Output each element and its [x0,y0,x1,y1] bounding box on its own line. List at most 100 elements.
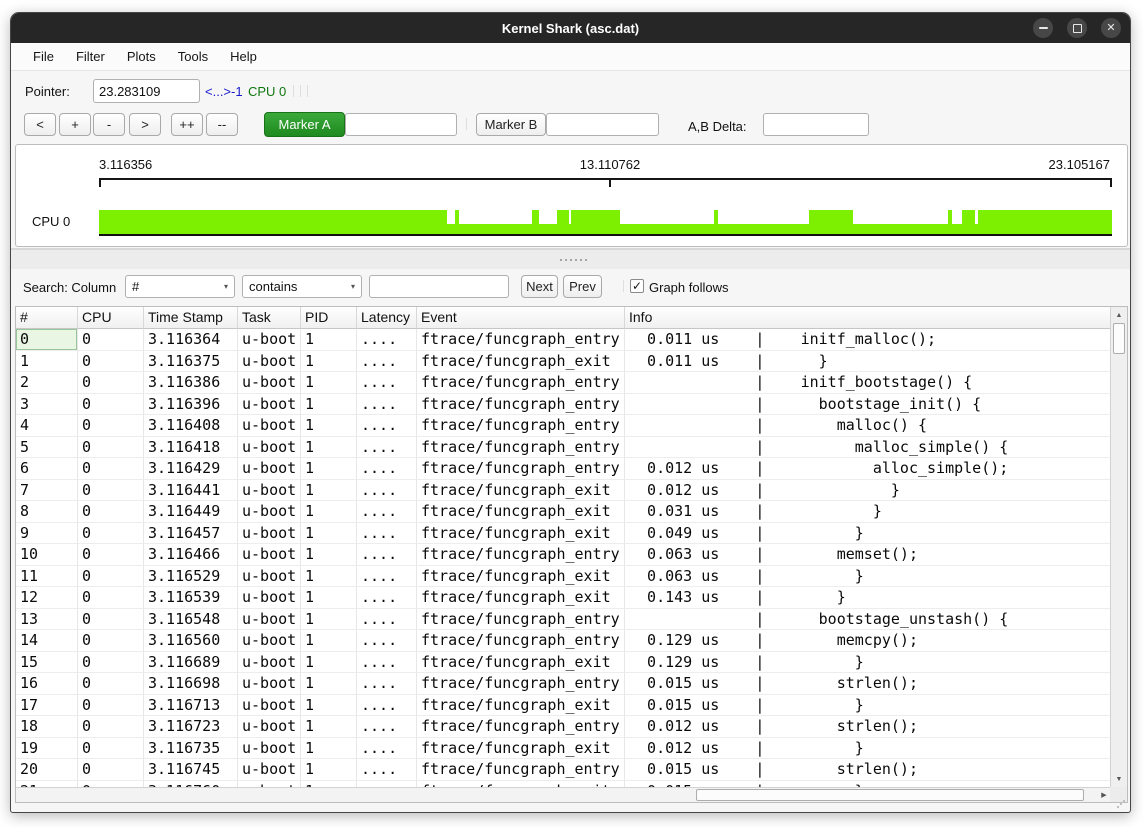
pointer-marker-link[interactable]: <...>-1 [205,84,243,99]
splitter-handle[interactable] [11,248,1130,269]
table-row[interactable]: 603.116429u-boot1....ftrace/funcgraph_en… [16,458,1112,480]
table-row[interactable]: 403.116408u-boot1....ftrace/funcgraph_en… [16,415,1112,437]
timeline-graph-panel[interactable]: 3.116356 13.110762 23.105167 CPU 0 [15,144,1128,247]
table-cell: .... [357,695,417,717]
minimize-icon [1039,27,1048,29]
minimize-button[interactable] [1033,18,1053,38]
pointer-label: Pointer: [25,84,70,99]
table-row[interactable]: 1003.116466u-boot1....ftrace/funcgraph_e… [16,544,1112,566]
table-row[interactable]: 1103.116529u-boot1....ftrace/funcgraph_e… [16,566,1112,588]
cpu0-activity-segment [978,210,1112,234]
table-cell: 0 [78,738,144,760]
table-cell: 0.015 us | strlen(); [625,759,1112,781]
header-cell-timestamp[interactable]: Time Stamp [144,307,238,329]
timeline-tick-label-start: 3.116356 [99,157,152,172]
search-match-select[interactable]: contains ▾ [242,275,362,298]
table-cell: 0 [78,372,144,394]
horizontal-scrollbar[interactable]: ▶ [16,787,1112,802]
timeline-tick-mark [99,178,101,187]
table-row[interactable]: 1703.116713u-boot1....ftrace/funcgraph_e… [16,695,1112,717]
header-cell-cpu[interactable]: CPU [78,307,144,329]
table-cell: ftrace/funcgraph_entry [417,630,625,652]
marker-b-input[interactable] [546,113,659,136]
marker-a-input[interactable] [345,113,457,136]
table-cell: 5 [16,437,78,459]
plot-baseline [99,234,1112,236]
pointer-input[interactable] [93,79,200,103]
table-row[interactable]: 1603.116698u-boot1....ftrace/funcgraph_e… [16,673,1112,695]
table-cell: 14 [16,630,78,652]
menu-item-help[interactable]: Help [219,49,268,64]
table-row[interactable]: 2003.116745u-boot1....ftrace/funcgraph_e… [16,759,1112,781]
table-cell: .... [357,609,417,631]
header-cell-[interactable]: # [16,307,78,329]
scroll-right-button[interactable]: > [129,113,161,136]
header-cell-task[interactable]: Task [238,307,301,329]
table-cell: u-boot [238,673,301,695]
horizontal-scrollbar-thumb[interactable] [696,789,1084,801]
table-cell: u-boot [238,480,301,502]
table-cell: 7 [16,480,78,502]
table-cell: u-boot [238,652,301,674]
table-row[interactable]: 903.116457u-boot1....ftrace/funcgraph_ex… [16,523,1112,545]
scroll-down-icon[interactable]: ▼ [1111,772,1127,786]
scroll-left-button[interactable]: < [24,113,56,136]
header-cell-pid[interactable]: PID [301,307,357,329]
header-cell-info[interactable]: Info [625,307,1112,329]
zoom-out-double-button[interactable]: -- [206,113,238,136]
cpu0-plot-label: CPU 0 [32,214,70,229]
table-cell: 0 [78,609,144,631]
table-row[interactable]: 1203.116539u-boot1....ftrace/funcgraph_e… [16,587,1112,609]
header-cell-latency[interactable]: Latency [357,307,417,329]
close-button[interactable]: ✕ [1101,18,1121,38]
table-cell: u-boot [238,695,301,717]
zoom-out-button[interactable]: - [93,113,125,136]
ab-delta-input[interactable] [763,113,869,136]
next-button[interactable]: Next [521,275,558,298]
table-cell: 1 [301,759,357,781]
graph-follows-label: Graph follows [649,280,728,295]
menu-item-plots[interactable]: Plots [116,49,167,64]
scroll-up-icon[interactable]: ▲ [1111,308,1127,322]
scroll-right-icon[interactable]: ▶ [1097,789,1111,801]
table-row[interactable]: 103.116375u-boot1....ftrace/funcgraph_ex… [16,351,1112,373]
graph-follows-checkbox[interactable]: ✓ [630,279,644,293]
table-cell: 8 [16,501,78,523]
zoom-in-button[interactable]: + [59,113,91,136]
table-cell: 0 [78,673,144,695]
table-row[interactable]: 803.116449u-boot1....ftrace/funcgraph_ex… [16,501,1112,523]
table-row[interactable]: 1803.116723u-boot1....ftrace/funcgraph_e… [16,716,1112,738]
table-row[interactable]: 203.116386u-boot1....ftrace/funcgraph_en… [16,372,1112,394]
table-row[interactable]: 303.116396u-boot1....ftrace/funcgraph_en… [16,394,1112,416]
table-row[interactable]: 1403.116560u-boot1....ftrace/funcgraph_e… [16,630,1112,652]
maximize-button[interactable] [1067,18,1087,38]
zoom-in-double-button[interactable]: ++ [171,113,203,136]
menu-item-file[interactable]: File [22,49,65,64]
marker-b-button[interactable]: Marker B [476,113,546,136]
search-input[interactable] [369,275,509,298]
titlebar[interactable]: Kernel Shark (asc.dat) ✕ [11,13,1130,43]
search-column-select[interactable]: # ▾ [125,275,235,298]
table-row[interactable]: 1903.116735u-boot1....ftrace/funcgraph_e… [16,738,1112,760]
table-cell: 3.116457 [144,523,238,545]
menu-item-tools[interactable]: Tools [167,49,219,64]
table-row[interactable]: 1303.116548u-boot1....ftrace/funcgraph_e… [16,609,1112,631]
table-row[interactable]: 1503.116689u-boot1....ftrace/funcgraph_e… [16,652,1112,674]
cpu0-activity-plot[interactable] [99,210,1112,234]
header-cell-event[interactable]: Event [417,307,625,329]
vertical-scrollbar[interactable]: ▲ ▼ [1110,307,1127,787]
resize-grip[interactable] [1117,800,1125,808]
prev-button[interactable]: Prev [563,275,602,298]
table-cell: 0.011 us | initf_malloc(); [625,329,1112,351]
table-cell: 3 [16,394,78,416]
table-row[interactable]: 703.116441u-boot1....ftrace/funcgraph_ex… [16,480,1112,502]
menu-item-filter[interactable]: Filter [65,49,116,64]
marker-a-button[interactable]: Marker A [264,112,345,137]
table-cell: u-boot [238,566,301,588]
table-row[interactable]: 003.116364u-boot1....ftrace/funcgraph_en… [16,329,1112,351]
table-cell: | bootstage_init() { [625,394,1112,416]
table-cell: 19 [16,738,78,760]
vertical-scrollbar-thumb[interactable] [1113,323,1125,354]
table-cell: u-boot [238,544,301,566]
table-row[interactable]: 503.116418u-boot1....ftrace/funcgraph_en… [16,437,1112,459]
